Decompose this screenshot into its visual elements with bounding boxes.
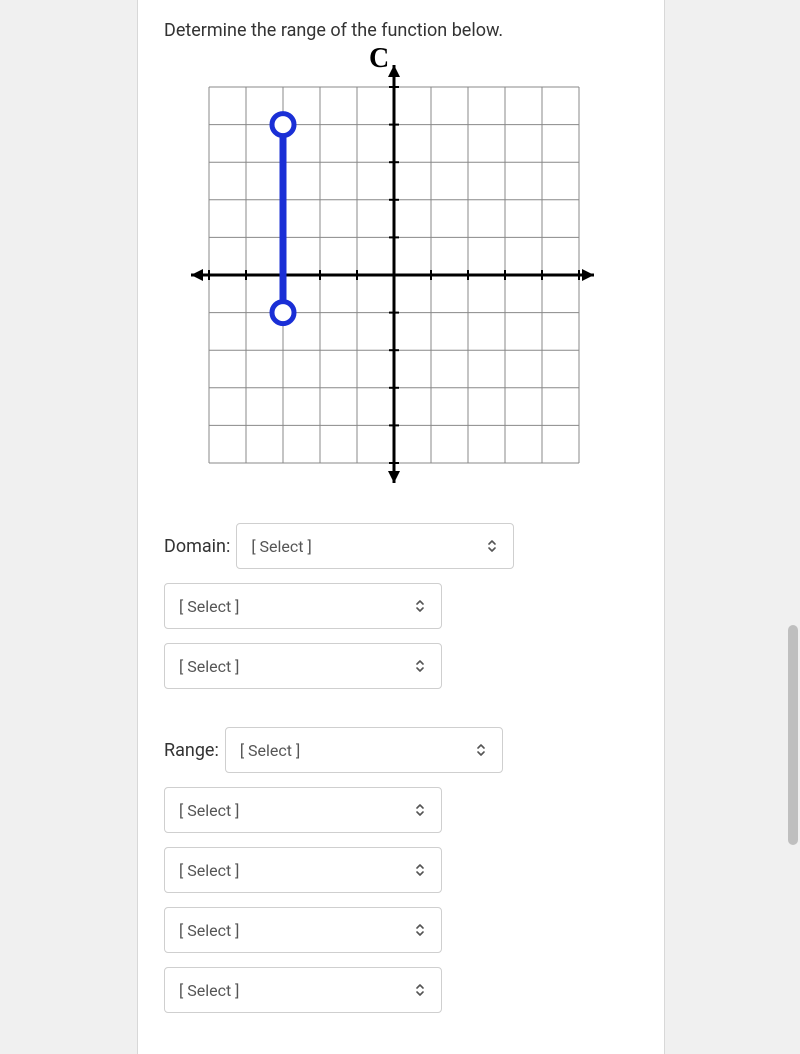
select-value: [ Select ] [179, 801, 403, 820]
range-row-1: Range: [ Select ] [164, 727, 638, 773]
select-value: [ Select ] [240, 741, 464, 760]
endpoint-open-top [272, 114, 294, 136]
chevron-up-down-icon [474, 743, 488, 757]
chevron-up-down-icon [413, 803, 427, 817]
select-value: [ Select ] [179, 657, 403, 676]
range-select-3[interactable]: [ Select ] [164, 847, 442, 893]
scrollbar-thumb[interactable] [788, 625, 798, 845]
select-value: [ Select ] [179, 981, 403, 1000]
chevron-up-down-icon [413, 983, 427, 997]
question-card: Determine the range of the function belo… [137, 0, 665, 1054]
select-value: [ Select ] [251, 537, 475, 556]
domain-select-2[interactable]: [ Select ] [164, 583, 442, 629]
domain-select-1[interactable]: [ Select ] [236, 523, 514, 569]
endpoint-open-bottom [272, 302, 294, 324]
chevron-up-down-icon [413, 659, 427, 673]
range-select-4[interactable]: [ Select ] [164, 907, 442, 953]
graph: C [164, 53, 594, 493]
chevron-up-down-icon [413, 599, 427, 613]
domain-row-2: [ Select ] [164, 583, 638, 629]
range-label: Range: [164, 740, 219, 761]
graph-svg [164, 53, 594, 493]
select-value: [ Select ] [179, 597, 403, 616]
range-row-2: [ Select ] [164, 787, 638, 833]
range-row-3: [ Select ] [164, 847, 638, 893]
range-row-5: [ Select ] [164, 967, 638, 1013]
range-select-2[interactable]: [ Select ] [164, 787, 442, 833]
domain-select-3[interactable]: [ Select ] [164, 643, 442, 689]
chevron-up-down-icon [413, 923, 427, 937]
range-select-1[interactable]: [ Select ] [225, 727, 503, 773]
domain-row-1: Domain: [ Select ] [164, 523, 638, 569]
select-value: [ Select ] [179, 861, 403, 880]
question-prompt: Determine the range of the function belo… [164, 20, 638, 41]
domain-label: Domain: [164, 536, 230, 557]
select-value: [ Select ] [179, 921, 403, 940]
chevron-up-down-icon [485, 539, 499, 553]
domain-row-3: [ Select ] [164, 643, 638, 689]
range-row-4: [ Select ] [164, 907, 638, 953]
chevron-up-down-icon [413, 863, 427, 877]
range-select-5[interactable]: [ Select ] [164, 967, 442, 1013]
